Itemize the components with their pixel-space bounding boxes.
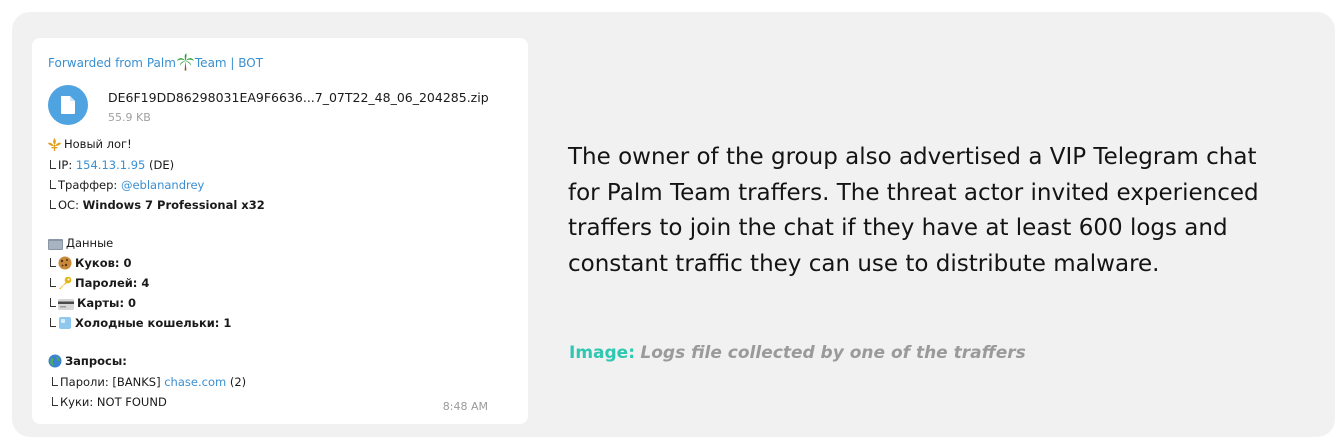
ice-cube-icon <box>59 317 71 329</box>
query-passwords-label: Пароли: <box>60 375 109 389</box>
wallets-line: Холодные кошельки: 1 <box>50 316 231 330</box>
description-text: The owner of the group also advertised a… <box>568 144 1259 277</box>
ip-link[interactable]: 154.13.1.95 <box>76 158 146 172</box>
forwarded-prefix: Forwarded from Palm <box>48 56 176 70</box>
data-title: Данные <box>66 236 114 250</box>
query-cookies-line: Куки: NOT FOUND <box>52 395 167 409</box>
passwords-line: Паролей: 4 <box>50 276 149 290</box>
document-icon <box>61 96 75 114</box>
cookie-icon <box>58 256 72 270</box>
traffer-link[interactable]: @eblanandrey <box>121 178 204 192</box>
file-name[interactable]: DE6F19DD86298031EA9F6636...7_07T22_48_06… <box>108 90 489 105</box>
telegram-message-card: Forwarded from Palm Team | BOT DE6F19DD86… <box>32 38 528 424</box>
query-passwords-banks: [BANKS] <box>112 375 161 389</box>
message-timestamp: 8:48 AM <box>442 400 488 413</box>
cards-line: Карты: 0 <box>50 296 136 310</box>
chase-link[interactable]: chase.com <box>164 375 226 389</box>
cookies-line: Куков: 0 <box>50 256 131 270</box>
data-title-line: Данные <box>48 236 113 250</box>
palm-tree-icon <box>176 53 194 71</box>
image-caption: Image: Logs file collected by one of the… <box>569 343 1026 363</box>
ip-label: IP: <box>58 158 73 172</box>
fleur-de-lis-icon <box>48 138 61 151</box>
caption-label: Image: <box>569 343 636 363</box>
query-passwords-count: (2) <box>229 375 247 389</box>
wallets-count: Холодные кошельки: 1 <box>75 316 232 330</box>
ip-country: (DE) <box>149 158 175 172</box>
queries-title: Запросы: <box>65 354 127 368</box>
caption-text: Logs file collected by one of the traffe… <box>640 343 1026 363</box>
credit-card-icon <box>58 299 74 310</box>
os-label: ОС: <box>58 198 79 212</box>
query-cookies-text: Куки: NOT FOUND <box>60 395 167 409</box>
os-value: Windows 7 Professional x32 <box>82 198 265 212</box>
traffer-line: Траффер: @eblanandrey <box>50 178 204 192</box>
os-line: ОС: Windows 7 Professional x32 <box>50 198 265 212</box>
cards-count: Карты: 0 <box>77 296 137 310</box>
file-download-button[interactable] <box>48 85 88 125</box>
forwarded-suffix: Team | BOT <box>194 56 264 70</box>
globe-icon <box>48 354 62 368</box>
file-size: 55.9 KB <box>108 111 151 124</box>
traffer-label: Траффер: <box>58 178 118 192</box>
cookies-count: Куков: 0 <box>75 256 132 270</box>
new-log-line: Новый лог! <box>48 137 132 151</box>
queries-title-line: Запросы: <box>48 354 127 368</box>
query-passwords-line: Пароли: [BANKS] chase.com (2) <box>52 375 246 389</box>
folder-icon <box>48 239 63 250</box>
passwords-count: Паролей: 4 <box>75 276 150 290</box>
forwarded-header[interactable]: Forwarded from Palm Team | BOT <box>48 53 263 71</box>
new-log-text: Новый лог! <box>64 137 132 151</box>
key-icon <box>59 276 72 289</box>
ip-line: IP: 154.13.1.95 (DE) <box>50 158 174 172</box>
